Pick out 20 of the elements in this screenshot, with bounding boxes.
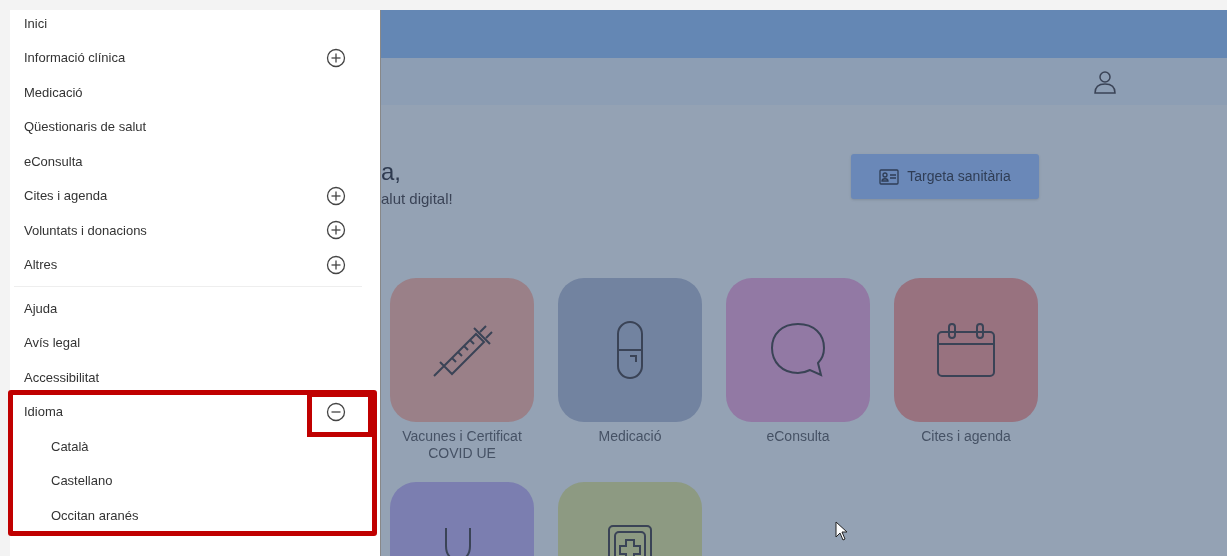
menu-item[interactable]: Avís legal — [24, 333, 81, 353]
tile-label: Cites i agenda — [920, 427, 1012, 445]
greeting-subtitle: alut digital! — [381, 189, 453, 209]
menu-item[interactable]: Accessibilitat — [24, 367, 100, 387]
menu-item[interactable]: Ajuda — [24, 298, 58, 318]
menu-item[interactable]: Medicació — [24, 82, 83, 102]
submenu-item[interactable]: Castellano — [51, 471, 113, 491]
menu-item[interactable]: Idioma — [24, 402, 64, 422]
menu-item[interactable]: Altres — [24, 255, 58, 275]
tile-label: Medicació — [597, 427, 663, 445]
submenu-item[interactable]: Occitan aranés — [51, 505, 139, 525]
greeting-title: a, — [381, 158, 402, 186]
menu-item[interactable]: Inici — [24, 13, 48, 33]
menu-item[interactable]: Informació clínica — [24, 48, 126, 68]
menu-item[interactable]: eConsulta — [24, 151, 83, 171]
submenu-item[interactable]: Català — [51, 436, 89, 456]
menu-item[interactable]: Voluntats i donacions — [24, 220, 147, 240]
tile-label: eConsulta — [765, 427, 831, 445]
menu-item[interactable]: Cites i agenda — [24, 186, 108, 206]
menu-item[interactable]: Qüestionaris de salut — [24, 117, 147, 137]
